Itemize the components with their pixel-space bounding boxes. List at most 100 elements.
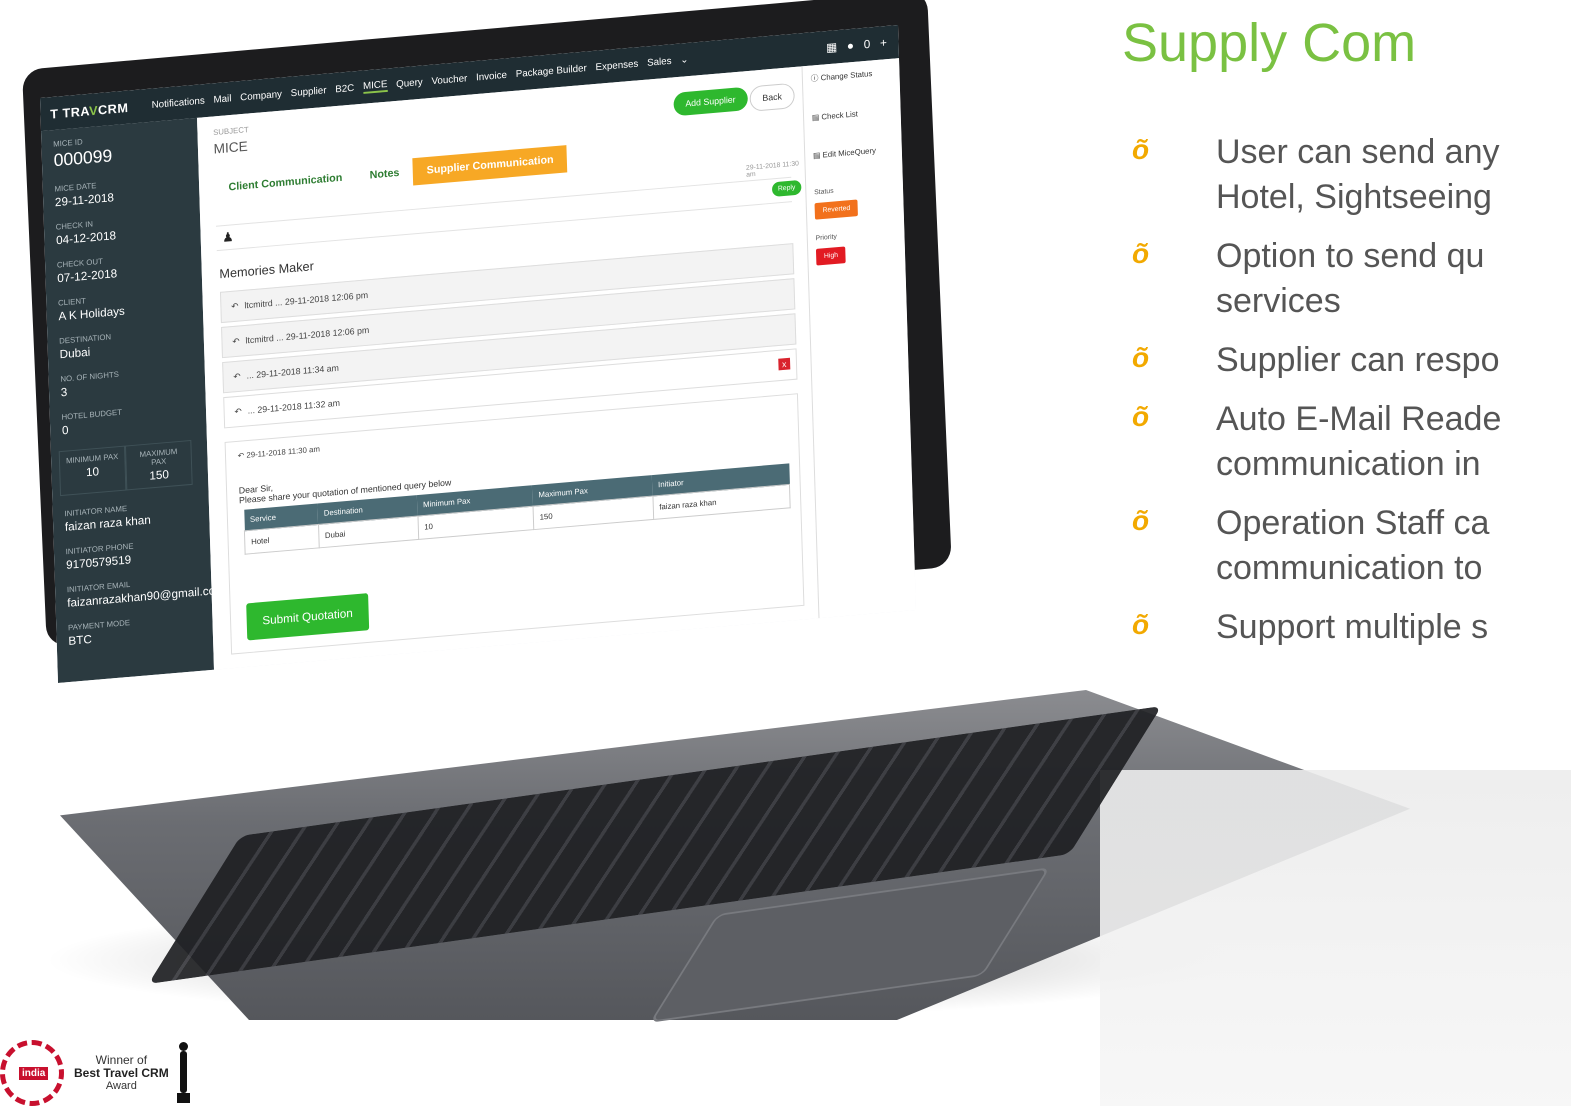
reply-arrow-icon: ↶	[234, 406, 242, 417]
reply-button[interactable]: Reply	[771, 179, 802, 197]
tab-client-communication[interactable]: Client Communication	[214, 163, 356, 202]
nav-company[interactable]: Company	[240, 89, 282, 103]
tab-notes[interactable]: Notes	[356, 158, 414, 190]
feature-text: Support multiple s	[1216, 608, 1489, 646]
nav-invoice[interactable]: Invoice	[476, 70, 507, 83]
bullet-mark-icon: õ	[1132, 401, 1150, 432]
nav-mice[interactable]: MICE	[362, 78, 388, 94]
expanded-mail: ↶ 29-11-2018 11:30 am Dear Sir, Please s…	[224, 393, 805, 655]
feature-text: Option to send qu services	[1216, 237, 1485, 320]
trophy-icon	[176, 1042, 190, 1104]
check-list-label: Check List	[821, 109, 858, 122]
award-badge: india Winner of Best Travel CRM Award	[0, 1040, 190, 1106]
subject-label: SUBJECT	[212, 125, 249, 138]
reply-arrow-icon: ↶	[237, 450, 247, 461]
bullet-mark-icon: õ	[1132, 134, 1150, 165]
bullet-mark-icon: õ	[1132, 238, 1150, 269]
notification-count[interactable]: 0	[863, 37, 870, 51]
field-mice-date: MICE DATE 29-11-2018	[54, 172, 199, 209]
feature-item: õ Operation Staff ca communication to	[1132, 501, 1571, 591]
microphone-icon[interactable]: ●	[847, 39, 854, 53]
max-pax: MAXIMUM PAX 150	[124, 439, 193, 491]
feature-text: Auto E-Mail Reade communication in	[1216, 400, 1502, 483]
add-icon[interactable]: +	[880, 36, 887, 50]
award-line1: Winner of	[95, 1052, 148, 1067]
field-destination: DESTINATION Dubai	[59, 325, 204, 361]
priority-label: Priority	[815, 233, 837, 243]
subject-value: MICE	[213, 138, 248, 157]
query-sidebar: MICE ID 000099 MICE DATE 29-11-2018 CHECK …	[41, 117, 225, 683]
pax-range: MINIMUM PAX 10 MAXIMUM PAX 150	[58, 439, 209, 497]
bullet-mark-icon: õ	[1132, 505, 1150, 536]
nav-supplier[interactable]: Supplier	[291, 85, 327, 99]
tab-supplier-communication[interactable]: Supplier Communication	[412, 145, 568, 186]
label: MAXIMUM PAX	[139, 447, 178, 467]
edit-query-link[interactable]: ▤ Edit MiceQuery	[813, 145, 894, 160]
subject: SUBJECT MICE	[213, 125, 249, 156]
communication-tabs: Client Communication Notes Supplier Comm…	[214, 145, 568, 202]
min-pax-value: 10	[85, 464, 100, 480]
field-nights: NO. OF NIGHTS 3	[60, 363, 205, 399]
laurel-wreath-icon: india	[0, 1040, 64, 1106]
award-text: Winner of Best Travel CRM Award	[74, 1052, 169, 1093]
delete-icon[interactable]: x	[778, 357, 791, 371]
thread-text: ltcmitrd ... 29-11-2018 12:06 pm	[244, 290, 369, 311]
award-line2: Best Travel CRM	[74, 1065, 169, 1080]
app-logo[interactable]: T TRAVCRM	[50, 98, 152, 121]
nav-package-builder[interactable]: Package Builder	[516, 63, 587, 80]
chevron-down-icon[interactable]: ⌄	[680, 54, 689, 65]
main-panel: SUBJECT MICE Add Supplier Back Client Co…	[197, 66, 819, 670]
field-initiator-email: INITIATOR EMAIL faizanrazakhan90@gmail.co…	[67, 573, 225, 610]
field-client: CLIENT A K Holidays	[58, 287, 203, 323]
feature-item: õ Support multiple s	[1132, 605, 1571, 650]
nav-expenses[interactable]: Expenses	[595, 58, 638, 72]
min-pax: MINIMUM PAX 10	[58, 445, 127, 497]
tab-timestamp: 29-11-2018 11:30 am	[745, 160, 799, 179]
laptop-base-reflection	[1100, 770, 1571, 1106]
info-icon: ⓘ	[810, 73, 821, 84]
field-initiator-name: INITIATOR NAME faizan raza khan	[64, 497, 209, 534]
nav-sales[interactable]: Sales	[647, 55, 672, 68]
reply-arrow-icon: ↶	[232, 336, 240, 347]
calendar-icon[interactable]: ▦	[826, 40, 837, 55]
thread-text: ltcmitrd ... 29-11-2018 12:06 pm	[245, 325, 370, 346]
change-status-label: Change Status	[820, 69, 873, 83]
award-line3: Award	[105, 1079, 137, 1092]
bullet-mark-icon: õ	[1132, 342, 1150, 373]
add-supplier-button[interactable]: Add Supplier	[673, 86, 748, 117]
nav-b2c[interactable]: B2C	[335, 83, 354, 95]
user-icon: ♟	[221, 229, 234, 245]
nav-mail[interactable]: Mail	[213, 93, 231, 105]
status-badge[interactable]: Reverted	[814, 199, 859, 220]
nav-notifications[interactable]: Notifications	[151, 95, 204, 110]
nav-voucher[interactable]: Voucher	[431, 73, 467, 87]
slide: T TRAVCRM Notifications Mail Company Sup…	[0, 0, 1571, 1106]
feature-text: Supplier can respo	[1216, 341, 1500, 379]
logo-mark: V	[88, 102, 99, 118]
field-hotel-budget: HOTEL BUDGET 0	[61, 401, 206, 438]
back-button[interactable]: Back	[749, 82, 795, 112]
field-mice-id: MICE ID 000099	[53, 128, 198, 171]
award-logo: india	[19, 1067, 49, 1080]
feature-item: õ User can send any Hotel, Sightseeing	[1132, 130, 1571, 220]
check-list-link[interactable]: ▤ Check List	[812, 107, 893, 123]
reply-arrow-icon: ↶	[233, 371, 241, 382]
thread-text: ... 29-11-2018 11:32 am	[247, 398, 341, 416]
change-status-link[interactable]: ⓘ Change Status	[811, 67, 892, 85]
feature-item: õ Option to send qu services	[1132, 234, 1571, 324]
field-payment-mode: PAYMENT MODE BTC	[68, 611, 213, 648]
cell-service: Hotel	[244, 524, 319, 555]
mail-date-text: 29-11-2018 11:30 am	[246, 444, 321, 460]
bullet-mark-icon: õ	[1132, 609, 1150, 640]
feature-text: Operation Staff ca communication to	[1216, 504, 1490, 587]
topbar-icons: ▦ ● 0 +	[826, 35, 899, 55]
submit-quotation-button[interactable]: Submit Quotation	[246, 593, 369, 641]
edit-query-label: Edit MiceQuery	[822, 146, 877, 160]
reply-arrow-icon: ↶	[231, 301, 239, 312]
nav-query[interactable]: Query	[396, 77, 423, 90]
priority-badge[interactable]: High	[815, 246, 847, 266]
action-panel: ⓘ Change Status ▤ Check List ▤ Edit Mice…	[801, 58, 916, 619]
feature-text: User can send any Hotel, Sightseeing	[1216, 133, 1500, 216]
max-pax-value: 150	[149, 467, 170, 483]
status-label: Status	[814, 187, 834, 197]
